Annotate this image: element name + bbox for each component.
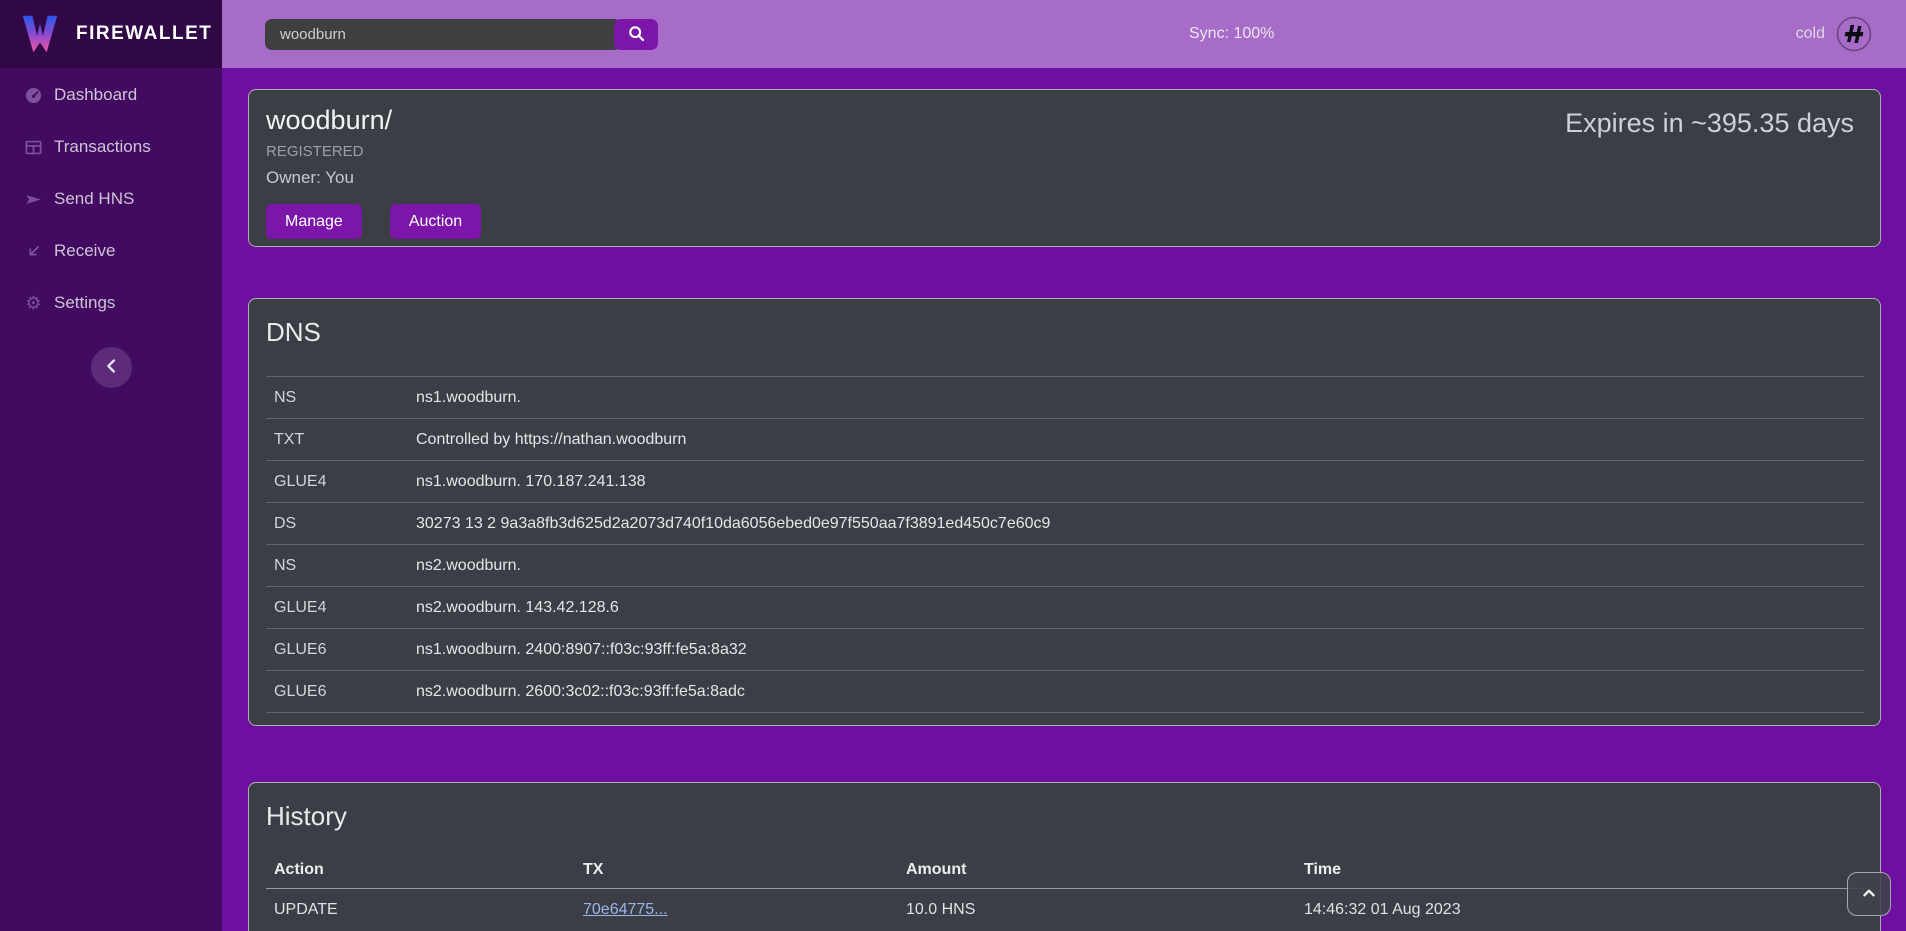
dns-record-type: NS (266, 545, 408, 587)
domain-status: REGISTERED (266, 143, 481, 160)
send-icon (24, 190, 43, 209)
sidebar-item-label: Receive (54, 241, 115, 261)
search-group (265, 19, 658, 50)
tx-link[interactable]: 70e64775... (583, 901, 668, 918)
search-button[interactable] (614, 19, 658, 50)
sidebar-item-receive[interactable]: Receive (0, 236, 222, 266)
history-column-header: Action (266, 853, 575, 888)
sidebar-item-transactions[interactable]: Transactions (0, 132, 222, 162)
dns-title: DNS (266, 317, 1863, 348)
dns-record-value: ns1.woodburn. 170.187.241.138 (408, 461, 1864, 503)
chevron-left-icon (101, 355, 123, 380)
wallet-name: cold (1796, 25, 1825, 43)
sidebar-item-send-hns[interactable]: Send HNS (0, 184, 222, 214)
dns-record-row: GLUE6ns1.woodburn. 2400:8907::f03c:93ff:… (266, 629, 1864, 671)
history-table: ActionTXAmountTime UPDATE 70e64775... 10.0… (266, 853, 1864, 931)
history-time: 14:46:32 01 Aug 2023 (1296, 888, 1864, 931)
dns-record-type: GLUE6 (266, 629, 408, 671)
sidebar-item-dashboard[interactable]: Dashboard (0, 80, 222, 110)
brand-name: FIREWALLET (76, 23, 212, 45)
domain-owner: Owner: You (266, 168, 481, 188)
dns-record-row: GLUE4ns2.woodburn. 143.42.128.6 (266, 587, 1864, 629)
search-input[interactable] (265, 19, 621, 50)
domain-card: woodburn/ REGISTERED Owner: You Manage A… (248, 89, 1881, 247)
handshake-logo-icon (1836, 16, 1872, 52)
dns-record-row: GLUE6ns2.woodburn. 2600:3c02::f03c:93ff:… (266, 671, 1864, 713)
dns-record-type: NS (266, 377, 408, 419)
dns-record-type: DS (266, 503, 408, 545)
history-column-header: TX (575, 853, 898, 888)
dns-record-type: GLUE6 (266, 671, 408, 713)
auction-button[interactable]: Auction (390, 204, 481, 239)
gauge-icon (24, 86, 43, 105)
wallet-selector[interactable]: cold (1796, 0, 1872, 68)
search-icon (626, 23, 647, 47)
history-action: UPDATE (266, 888, 575, 931)
dns-record-type: TXT (266, 419, 408, 461)
domain-expires: Expires in ~395.35 days (1565, 108, 1854, 239)
history-title: History (266, 801, 1863, 832)
dns-card: DNS NSns1.woodburn.TXTControlled by http… (248, 298, 1881, 726)
domain-name: woodburn/ (266, 105, 481, 136)
history-tx-cell: 70e64775... (575, 888, 898, 931)
dns-record-type: GLUE4 (266, 461, 408, 503)
receive-icon (24, 242, 43, 261)
dns-record-value: ns2.woodburn. 2600:3c02::f03c:93ff:fe5a:… (408, 671, 1864, 713)
dns-record-value: ns2.woodburn. 143.42.128.6 (408, 587, 1864, 629)
dns-record-row: GLUE4ns1.woodburn. 170.187.241.138 (266, 461, 1864, 503)
app-logo[interactable]: FIREWALLET (0, 0, 222, 68)
sidebar: FIREWALLET Dashboard Transactions Send HNS… (0, 0, 222, 931)
dns-table: NSns1.woodburn.TXTControlled by https://… (266, 376, 1864, 713)
history-column-header: Amount (898, 853, 1296, 888)
history-row: UPDATE 70e64775... 10.0 HNS14:46:32 01 Aug… (266, 888, 1864, 931)
gear-icon: ⚙ (24, 294, 43, 313)
history-column-header: Time (1296, 853, 1864, 888)
dns-record-value: ns1.woodburn. (408, 377, 1864, 419)
scroll-to-top-button[interactable] (1847, 872, 1891, 916)
history-card: History ActionTXAmountTime UPDATE 70e6477… (248, 782, 1881, 931)
table-icon (24, 138, 43, 157)
dns-record-value: ns1.woodburn. 2400:8907::f03c:93ff:fe5a:… (408, 629, 1864, 671)
sidebar-item-label: Dashboard (54, 85, 137, 105)
sidebar-collapse-button[interactable] (91, 347, 132, 388)
sidebar-item-label: Settings (54, 293, 115, 313)
dns-record-value: ns2.woodburn. (408, 545, 1864, 587)
sidebar-nav: Dashboard Transactions Send HNS Receive ⚙ Set… (0, 68, 222, 318)
dns-record-value: 30273 13 2 9a3a8fb3d625d2a2073d740f10da6… (408, 503, 1864, 545)
dns-record-row: NSns1.woodburn. (266, 377, 1864, 419)
topbar: Sync: 100% cold (222, 0, 1906, 68)
dns-record-type: GLUE4 (266, 587, 408, 629)
chevron-up-icon (1858, 882, 1880, 907)
sidebar-item-label: Send HNS (54, 189, 134, 209)
dns-record-value: Controlled by https://nathan.woodburn (408, 419, 1864, 461)
dns-record-row: TXTControlled by https://nathan.woodburn (266, 419, 1864, 461)
dns-record-row: NSns2.woodburn. (266, 545, 1864, 587)
manage-button[interactable]: Manage (266, 204, 362, 239)
sidebar-item-label: Transactions (54, 137, 151, 157)
dns-record-row: DS30273 13 2 9a3a8fb3d625d2a2073d740f10d… (266, 503, 1864, 545)
firewallet-logo-icon (17, 11, 63, 57)
sync-status: Sync: 100% (1189, 0, 1274, 68)
history-amount: 10.0 HNS (898, 888, 1296, 931)
sidebar-item-settings[interactable]: ⚙ Settings (0, 288, 222, 318)
